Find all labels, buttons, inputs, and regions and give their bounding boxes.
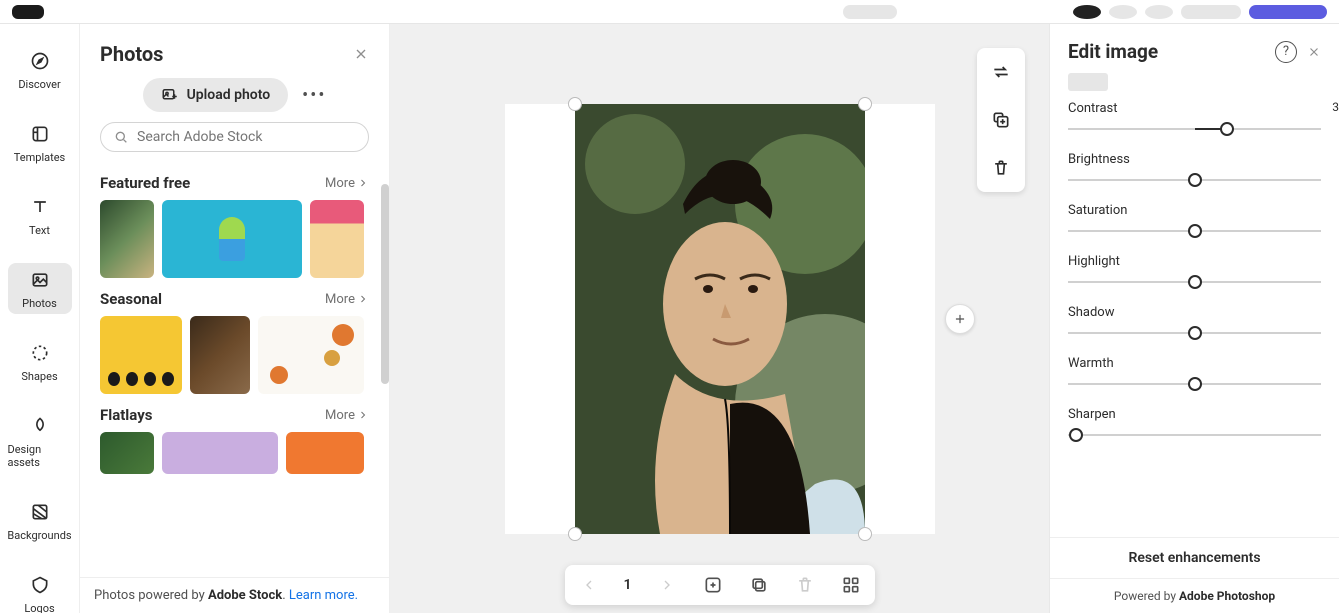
stock-thumb[interactable] — [162, 432, 278, 474]
stock-thumb[interactable] — [190, 316, 250, 394]
delete-page-icon — [791, 571, 819, 599]
section-title: Seasonal — [100, 290, 162, 308]
rail-label: Design assets — [8, 443, 72, 469]
resize-handle-tl[interactable] — [568, 97, 582, 111]
logos-icon — [29, 574, 51, 596]
more-link[interactable]: More — [325, 292, 369, 307]
upload-icon — [161, 86, 179, 104]
resize-handle-br[interactable] — [858, 527, 872, 541]
rail-photos[interactable]: Photos — [8, 263, 72, 314]
resize-handle-bl[interactable] — [568, 527, 582, 541]
canvas[interactable] — [505, 104, 935, 534]
edit-title: Edit image — [1068, 40, 1158, 63]
canvas-tools — [977, 48, 1025, 192]
rail-label: Templates — [14, 151, 65, 164]
filter-chip[interactable] — [1068, 73, 1108, 91]
photo-content — [575, 104, 865, 534]
stock-thumb[interactable] — [100, 200, 154, 278]
brightness-slider[interactable]: Brightness — [1068, 152, 1321, 189]
rail-label: Discover — [18, 78, 60, 91]
topbar-left — [12, 5, 44, 19]
section-title: Flatlays — [100, 406, 152, 424]
warmth-slider[interactable]: Warmth — [1068, 356, 1321, 393]
topbar-circle-2[interactable] — [1145, 5, 1173, 19]
next-page-icon — [653, 571, 681, 599]
canvas-area: 1 — [390, 24, 1049, 613]
app-logo[interactable] — [12, 5, 44, 19]
shadow-slider[interactable]: Shadow — [1068, 305, 1321, 342]
top-bar — [0, 0, 1339, 24]
edit-image-panel: Edit image ? Contrast 3 Brightness Satur… — [1049, 24, 1339, 613]
design-assets-icon — [29, 415, 51, 437]
rail-logos[interactable]: Logos — [8, 568, 72, 613]
more-link[interactable]: More — [325, 408, 369, 423]
rail-label: Text — [29, 224, 50, 237]
page-number: 1 — [621, 577, 635, 593]
stock-thumb[interactable] — [100, 316, 182, 394]
add-element-button[interactable] — [945, 304, 975, 334]
rail-label: Logos — [24, 602, 54, 613]
search-input[interactable] — [137, 129, 356, 145]
rail-templates[interactable]: Templates — [8, 117, 72, 168]
learn-more-link[interactable]: Learn more. — [289, 588, 358, 603]
panel-title: Photos — [100, 42, 163, 66]
rail-backgrounds[interactable]: Backgrounds — [8, 495, 72, 546]
templates-icon — [29, 123, 51, 145]
rail-label: Shapes — [21, 370, 57, 383]
backgrounds-icon — [29, 501, 51, 523]
saturation-slider[interactable]: Saturation — [1068, 203, 1321, 240]
rail-design-assets[interactable]: Design assets — [8, 409, 72, 473]
highlight-slider[interactable]: Highlight — [1068, 254, 1321, 291]
contrast-slider[interactable]: Contrast 3 — [1068, 101, 1321, 138]
search-icon — [113, 129, 129, 145]
duplicate-page-icon[interactable] — [745, 571, 773, 599]
rail-shapes[interactable]: Shapes — [8, 336, 72, 387]
stock-thumb[interactable] — [162, 200, 302, 278]
topbar-pill[interactable] — [843, 5, 897, 19]
duplicate-icon[interactable] — [977, 96, 1025, 144]
user-avatar[interactable] — [1073, 5, 1101, 19]
stock-thumb[interactable] — [100, 432, 154, 474]
rail-label: Backgrounds — [7, 529, 71, 542]
rail-discover[interactable]: Discover — [8, 44, 72, 95]
topbar-cta[interactable] — [1249, 5, 1327, 19]
text-icon — [29, 196, 51, 218]
rail-text[interactable]: Text — [8, 190, 72, 241]
rail-label: Photos — [22, 297, 57, 310]
delete-icon[interactable] — [977, 144, 1025, 192]
compass-icon — [29, 50, 51, 72]
more-link[interactable]: More — [325, 176, 369, 191]
add-page-icon[interactable] — [699, 571, 727, 599]
stock-thumb[interactable] — [286, 432, 364, 474]
reset-enhancements-button[interactable]: Reset enhancements — [1050, 537, 1339, 578]
search-input-wrap[interactable] — [100, 122, 369, 152]
grid-view-icon[interactable] — [837, 571, 865, 599]
shapes-icon — [29, 342, 51, 364]
photos-panel: Photos Upload photo ••• Featured free Mo… — [80, 24, 390, 613]
sharpen-slider[interactable]: Sharpen — [1068, 407, 1321, 444]
upload-photo-button[interactable]: Upload photo — [143, 78, 289, 112]
close-icon[interactable] — [353, 46, 369, 62]
resize-handle-tr[interactable] — [858, 97, 872, 111]
panel-footer: Photos powered by Adobe Stock. Learn mor… — [80, 577, 389, 613]
topbar-pill-2[interactable] — [1181, 5, 1241, 19]
prev-page-icon — [575, 571, 603, 599]
page-bar: 1 — [565, 565, 875, 605]
powered-by: Powered by Adobe Photoshop — [1050, 578, 1339, 613]
swap-icon[interactable] — [977, 48, 1025, 96]
section-title: Featured free — [100, 174, 190, 192]
photos-icon — [29, 269, 51, 291]
help-icon[interactable]: ? — [1275, 41, 1297, 63]
more-options-icon[interactable]: ••• — [302, 85, 326, 106]
topbar-right — [843, 5, 1327, 19]
photo-element[interactable] — [575, 104, 865, 534]
close-icon[interactable] — [1307, 45, 1321, 59]
stock-thumb[interactable] — [258, 316, 364, 394]
stock-thumb[interactable] — [310, 200, 364, 278]
upload-label: Upload photo — [187, 87, 271, 103]
topbar-circle-1[interactable] — [1109, 5, 1137, 19]
left-rail: Discover Templates Text Photos Shapes De… — [0, 24, 80, 613]
